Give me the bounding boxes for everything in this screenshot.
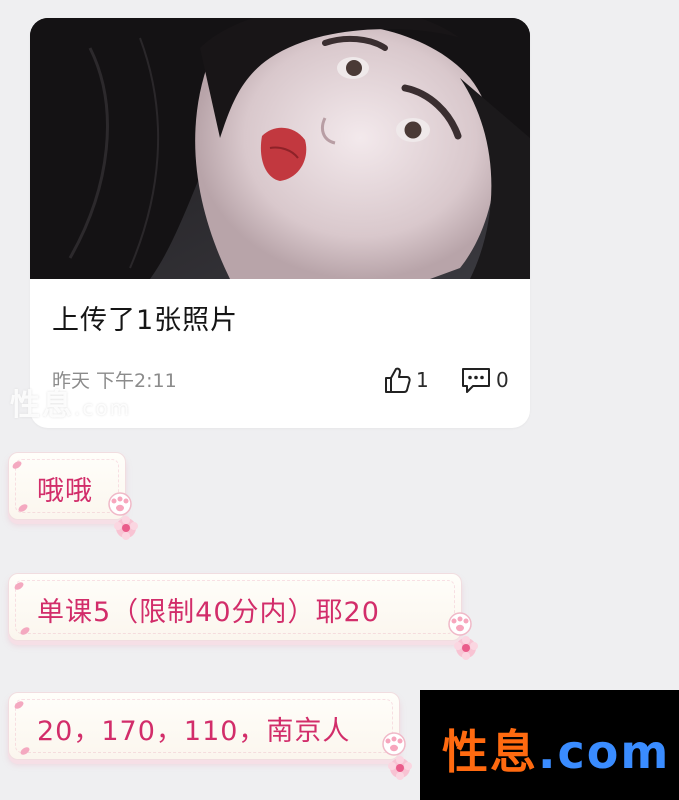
message-bubble[interactable]: 单课5（限制40分内）耶20 [8, 573, 462, 641]
comment-icon [462, 368, 490, 393]
paw-icon [448, 612, 478, 660]
watermark-suffix: .com [74, 396, 132, 420]
paw-icon [108, 492, 138, 540]
brand-logo: 性息.com [442, 716, 670, 782]
portrait-image [30, 18, 530, 279]
post-photo[interactable] [30, 18, 530, 279]
message-bubble[interactable]: 20，170，110，南京人 [8, 692, 400, 760]
message-text: 20，170，110，南京人 [37, 716, 351, 747]
watermark: 性息.com [10, 380, 131, 424]
brand-watermark: 性息.com [420, 690, 679, 800]
comment-count: 0 [496, 368, 509, 392]
like-count: 1 [416, 368, 429, 392]
brand-main: 性息 [442, 725, 538, 779]
comment-button[interactable]: 0 [460, 363, 509, 397]
paw-icon [382, 732, 412, 780]
like-button[interactable]: 1 [382, 363, 429, 397]
watermark-main: 性息 [10, 388, 74, 423]
message-text: 单课5（限制40分内）耶20 [37, 597, 380, 628]
message-text: 哦哦 [37, 476, 93, 507]
brand-suffix: .com [538, 725, 671, 779]
post-card[interactable]: 上传了1张照片 昨天 下午2:11 1 0 [30, 18, 530, 428]
thumbs-up-icon [385, 367, 411, 393]
post-caption: 上传了1张照片 [52, 305, 239, 336]
